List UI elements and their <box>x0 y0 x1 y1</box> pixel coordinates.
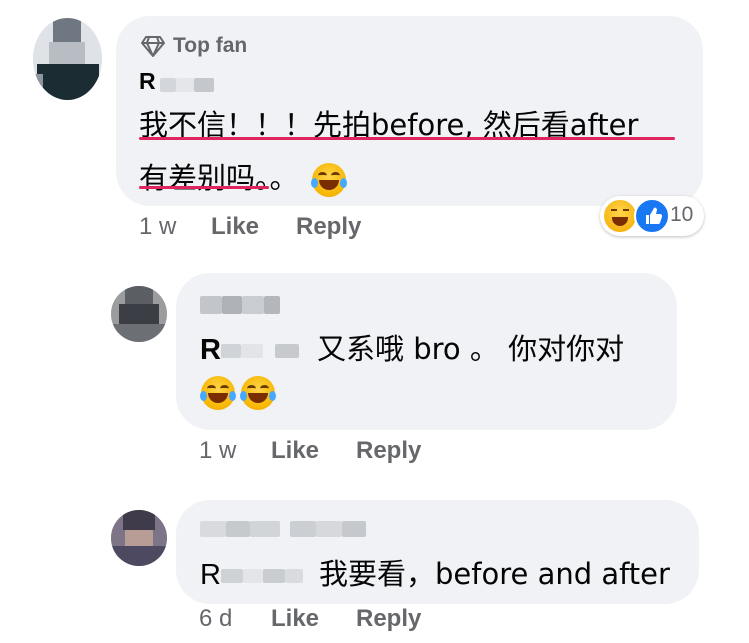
timestamp[interactable]: 1 w <box>199 437 236 465</box>
comment-text-line-2-text: 有差别吗。。 <box>139 161 299 195</box>
redacted-name <box>262 569 285 584</box>
redacted-name <box>160 77 177 92</box>
reaction-count: 10 <box>670 203 694 226</box>
timestamp[interactable]: 6 d <box>199 605 232 633</box>
mention-tag[interactable]: R <box>200 334 307 366</box>
redacted-name <box>274 344 299 359</box>
redacted-name <box>194 77 215 92</box>
like-button[interactable]: Like <box>271 437 319 465</box>
emoji-row <box>200 376 277 410</box>
redacted-name <box>242 569 263 584</box>
redacted-name <box>220 344 241 359</box>
redacted-name <box>316 520 342 537</box>
redacted-name <box>264 296 280 314</box>
mention-initial: R <box>200 334 221 366</box>
redacted-name <box>262 344 275 359</box>
comment-text-body: 我要看，before and after <box>319 557 670 591</box>
redacted-name <box>220 569 243 584</box>
comment-text: R 我要看，before and after <box>200 551 670 593</box>
comment-text: R 又系哦 bro 。 你对你对 <box>200 326 624 368</box>
reply-button[interactable]: Reply <box>356 437 421 465</box>
text-underline <box>139 186 269 189</box>
like-button[interactable]: Like <box>271 605 319 633</box>
redacted-name <box>242 296 264 314</box>
avatar[interactable] <box>111 510 167 566</box>
redacted-name <box>176 77 195 92</box>
reply-button[interactable]: Reply <box>296 213 361 241</box>
redacted-name <box>200 296 222 314</box>
commenter-name-redacted[interactable] <box>200 296 280 314</box>
tears-of-joy-emoji-icon <box>200 376 236 410</box>
diamond-icon <box>141 36 165 57</box>
like-button[interactable]: Like <box>211 213 259 241</box>
redacted-name <box>290 520 316 537</box>
top-fan-label: Top fan <box>173 34 248 57</box>
avatar[interactable] <box>33 18 102 100</box>
redacted-name <box>284 569 303 584</box>
mention-initial: R <box>200 559 221 591</box>
mention-tag[interactable]: R <box>200 559 311 591</box>
redacted-name <box>250 520 280 537</box>
timestamp[interactable]: 1 w <box>139 213 176 241</box>
redacted-name <box>222 296 242 314</box>
commenter-name-initial: R <box>139 68 156 94</box>
redacted-name <box>200 520 226 537</box>
text-underline <box>139 137 675 140</box>
commenter-name[interactable]: R <box>139 68 215 96</box>
comment-text-body: 又系哦 bro 。 你对你对 <box>317 332 625 366</box>
reply-button[interactable]: Reply <box>356 605 421 633</box>
reaction-summary[interactable]: 10 <box>600 196 704 236</box>
redacted-name <box>280 520 290 537</box>
redacted-name <box>240 344 263 359</box>
tears-of-joy-emoji-icon <box>240 376 277 410</box>
redacted-name <box>226 520 250 537</box>
commenter-name-redacted[interactable] <box>200 520 366 538</box>
laughing-emoji-icon <box>602 198 638 234</box>
tears-of-joy-emoji-icon <box>310 163 347 197</box>
avatar[interactable] <box>111 286 167 342</box>
comment-text-line-2: 有差别吗。。 <box>139 155 347 197</box>
like-thumb-icon <box>634 198 670 234</box>
redacted-name <box>342 520 366 537</box>
